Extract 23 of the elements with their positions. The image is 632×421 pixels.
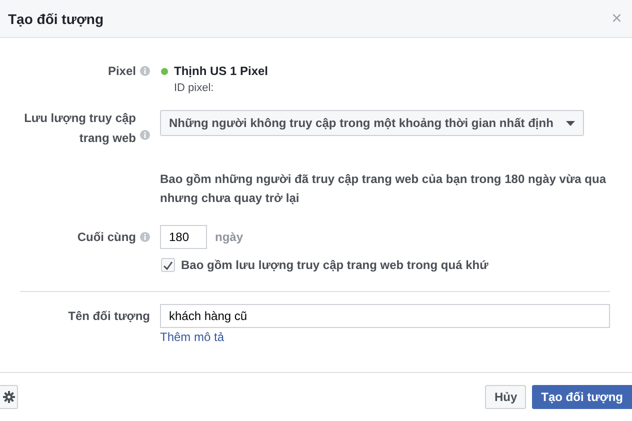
- cancel-button[interactable]: Hủy: [485, 385, 526, 409]
- include-past-checkbox[interactable]: Bao gồm lưu lượng truy cập trang web trong quá khứ: [161, 258, 610, 272]
- field-label: Pixel: [108, 64, 136, 78]
- window-title: Tạo đối tượng: [8, 10, 104, 26]
- add-description-link[interactable]: Thêm mô tả: [160, 330, 224, 344]
- traffic-dropdown[interactable]: Những người không truy cập trong một khoảng thời gian nhất định: [160, 110, 584, 136]
- caret-icon: [566, 120, 575, 126]
- audience-name-input[interactable]: khách hàng cũ: [160, 304, 610, 328]
- info-icon: [140, 66, 150, 76]
- create-button[interactable]: Tạo đối tượng: [532, 385, 632, 409]
- info-icon: [140, 232, 150, 242]
- pixel-name: Thịnh US 1 Pixel: [174, 64, 268, 78]
- pixel-id-label: ID pixel:: [174, 82, 215, 94]
- field-label: Cuối cùng: [77, 230, 136, 244]
- unit-label: ngày: [215, 230, 244, 244]
- info-icon: [140, 130, 150, 140]
- checkbox[interactable]: [161, 258, 175, 272]
- settings-button[interactable]: [0, 385, 18, 409]
- description-text: Bao gồm những người đã truy cập trang web của bạn trong 180 ngày vừa qua nhưng chưa quay trở lại: [160, 171, 608, 207]
- days-input[interactable]: 180: [160, 225, 207, 249]
- field-label: Lưu lượng truy cập trang web: [23, 110, 136, 147]
- field-label: Tên đối tượng: [68, 309, 150, 323]
- settings-icon: [2, 391, 14, 403]
